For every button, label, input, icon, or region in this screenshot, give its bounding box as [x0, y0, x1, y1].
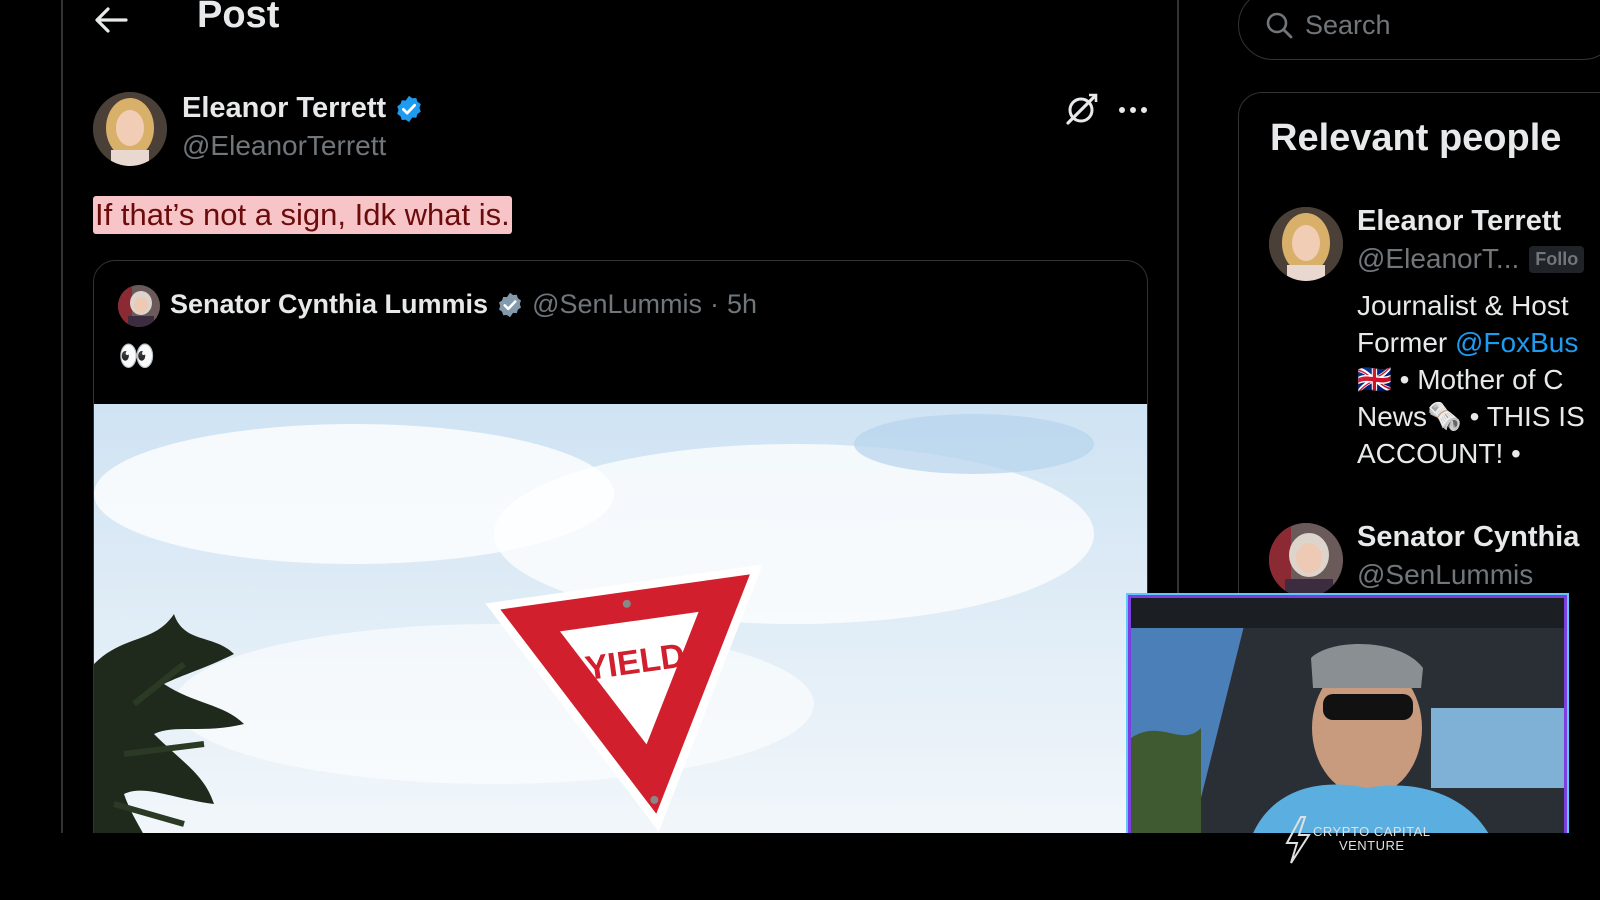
author-name[interactable]: Eleanor Terrett [182, 92, 386, 125]
screen: Post Eleanor Terrett @EleanorTerrett If … [0, 0, 1600, 833]
person-handle[interactable]: @EleanorT... [1357, 243, 1519, 275]
person-bio: Journalist & Host Former @FoxBus 🇬🇧 • Mo… [1357, 287, 1600, 472]
webcam-video-frame [1131, 598, 1564, 833]
person-name[interactable]: Senator Cynthia [1357, 521, 1579, 554]
uk-flag-icon: 🇬🇧 [1357, 364, 1392, 395]
author-avatar[interactable] [93, 92, 167, 166]
bio-line: Journalist & Host [1357, 290, 1569, 321]
quote-author-avatar[interactable] [118, 285, 160, 327]
brand-line-1: CRYPTO CAPITAL [1313, 824, 1431, 839]
person-name[interactable]: Eleanor Terrett [1357, 205, 1561, 238]
avatar-image [118, 285, 160, 327]
quoted-post-card[interactable]: Senator Cynthia Lummis @SenLummis · 5h 👀 [93, 260, 1148, 833]
bio-line: ACCOUNT! • [1357, 438, 1521, 469]
person-avatar[interactable] [1269, 523, 1343, 597]
brand-line-2: VENTURE [1338, 838, 1405, 853]
person-avatar[interactable] [1269, 207, 1343, 281]
more-options-button[interactable] [1113, 90, 1153, 130]
author-name-row[interactable]: Eleanor Terrett [182, 92, 424, 125]
post-text: If that’s not a sign, Idk what is. [93, 196, 512, 234]
quote-text: 👀 [118, 340, 156, 373]
grok-icon [1066, 93, 1098, 125]
bio-line: News🗞️ • THIS IS [1357, 401, 1585, 432]
quote-author-handle[interactable]: @SenLummis [532, 289, 702, 320]
arrow-left-icon [95, 7, 128, 33]
quote-author-name[interactable]: Senator Cynthia Lummis [170, 289, 488, 320]
bio-mention-link[interactable]: @FoxBus [1455, 327, 1578, 358]
quote-meta: Senator Cynthia Lummis @SenLummis · 5h [170, 289, 757, 320]
page-title: Post [197, 0, 280, 36]
person-handle-row: @EleanorT... Follo [1357, 243, 1585, 275]
verified-government-badge-icon [499, 292, 522, 317]
bio-text: Former [1357, 327, 1455, 358]
left-divider [61, 0, 63, 833]
relevant-people-title: Relevant people [1270, 117, 1562, 159]
avatar-image [1269, 207, 1343, 281]
avatar-image [93, 92, 167, 166]
verified-badge-icon [397, 95, 421, 122]
meta-separator: · [710, 289, 720, 319]
grok-button[interactable] [1061, 90, 1101, 130]
bio-line: 🇬🇧 • Mother of C [1357, 361, 1600, 398]
yield-sign-photo: YIELD [94, 404, 1147, 833]
webcam-overlay [1128, 595, 1567, 833]
search-input[interactable]: Search [1238, 0, 1600, 60]
quote-timestamp[interactable]: 5h [727, 289, 757, 320]
quote-image[interactable]: YIELD [94, 404, 1147, 833]
author-handle[interactable]: @EleanorTerrett [182, 130, 386, 162]
back-button[interactable] [88, 0, 134, 40]
brand-watermark: CRYPTO CAPITAL VENTURE [1283, 815, 1433, 865]
person-handle[interactable]: @SenLummis [1357, 559, 1533, 591]
follows-you-badge: Follo [1529, 245, 1585, 273]
more-horizontal-icon [1119, 107, 1147, 113]
bio-text: • Mother of C [1391, 364, 1564, 395]
brand-text: CRYPTO CAPITAL VENTURE [1313, 825, 1431, 853]
bio-line: Former @FoxBus [1357, 324, 1600, 361]
avatar-image [1269, 523, 1343, 597]
search-icon [1266, 12, 1293, 39]
search-placeholder: Search [1305, 9, 1391, 40]
lightning-logo-icon [1285, 816, 1311, 864]
